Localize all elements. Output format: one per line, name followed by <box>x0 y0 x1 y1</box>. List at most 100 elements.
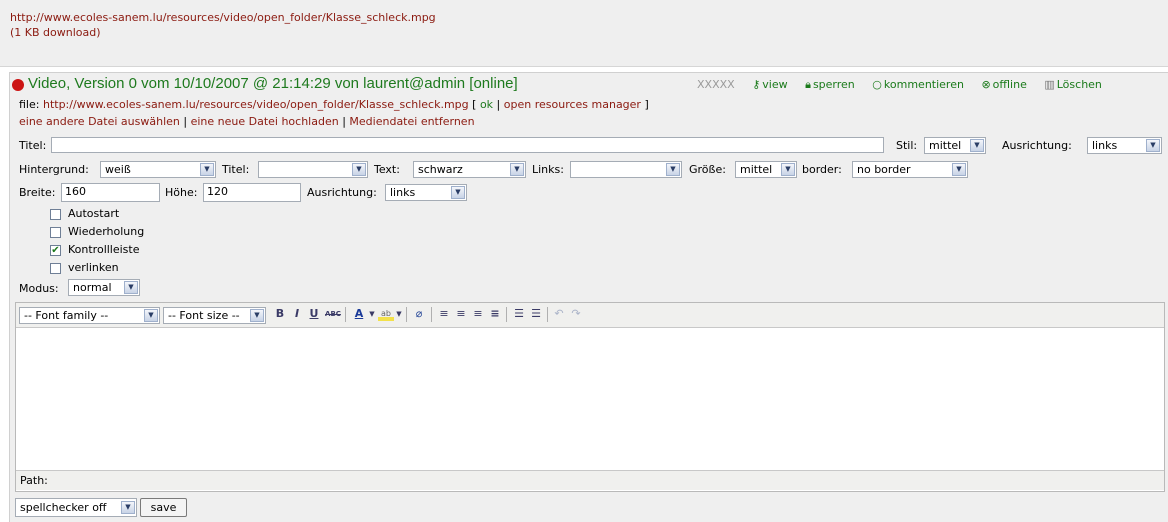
chevron-down-icon[interactable]: ▼ <box>395 307 403 321</box>
kontrollleiste-label: Kontrollleiste <box>68 243 140 256</box>
hoehe-label: Höhe: <box>165 186 198 199</box>
chevron-down-icon: ▼ <box>352 163 366 176</box>
align-right-icon[interactable]: ≡ <box>471 307 485 321</box>
breite-label: Breite: <box>19 186 56 199</box>
modus-value: normal <box>73 281 112 294</box>
placeholder-x: XXXXX <box>697 78 735 91</box>
font-family-select[interactable]: -- Font family -- ▼ <box>19 307 160 324</box>
ausrichtung2-select[interactable]: links ▼ <box>385 184 467 201</box>
undo-icon[interactable]: ↶ <box>552 307 566 321</box>
titel-color-label: Titel: <box>222 163 250 176</box>
status-dot-icon <box>12 79 24 91</box>
toolbar-divider <box>547 307 548 322</box>
delete-link[interactable]: ▥ Löschen <box>1044 78 1102 92</box>
ausrichtung2-label: Ausrichtung: <box>307 186 377 199</box>
download-size: (1 KB download) <box>10 26 101 39</box>
chevron-down-icon: ▼ <box>781 163 795 176</box>
ok-link[interactable]: ok <box>480 98 493 111</box>
stil-select[interactable]: mittel ▼ <box>924 137 986 154</box>
redo-icon[interactable]: ↷ <box>569 307 583 321</box>
align-left-icon[interactable]: ≡ <box>437 307 451 321</box>
header-actions: XXXXX ⚷ view 🔒︎ sperren ○ kommentieren ⊗ off… <box>697 78 1102 92</box>
view-link[interactable]: ⚷ view <box>752 78 787 92</box>
pipe-separator: | <box>342 115 346 128</box>
align-justify-icon[interactable]: ≡ <box>488 307 502 321</box>
download-panel: http://www.ecoles-sanem.lu/resources/vid… <box>0 0 1168 67</box>
chevron-down-icon: ▼ <box>952 163 966 176</box>
autostart-checkbox[interactable] <box>50 209 61 220</box>
hintergrund-select[interactable]: weiß ▼ <box>100 161 216 178</box>
hintergrund-value: weiß <box>105 163 131 176</box>
chevron-down-icon: ▼ <box>121 501 135 514</box>
links-label: Links: <box>532 163 564 176</box>
file-label: file: <box>19 98 40 111</box>
groesse-value: mittel <box>740 163 773 176</box>
font-size-select[interactable]: -- Font size -- ▼ <box>163 307 266 324</box>
wiederholung-checkbox[interactable] <box>50 227 61 238</box>
border-value: no border <box>857 163 911 176</box>
save-button[interactable]: save <box>140 498 187 517</box>
bracket-open: [ <box>472 98 477 111</box>
version-title: Video, Version 0 vom 10/10/2007 @ 21:14:… <box>28 75 518 92</box>
chevron-down-icon: ▼ <box>970 139 984 152</box>
offline-label: offline <box>992 78 1027 91</box>
ausrichtung-label: Ausrichtung: <box>1002 139 1072 152</box>
pipe-separator: | <box>496 98 501 111</box>
text-color-button[interactable]: A <box>351 307 367 321</box>
italic-button[interactable]: I <box>291 307 303 321</box>
chevron-down-icon: ▼ <box>666 163 680 176</box>
bold-button[interactable]: B <box>274 307 286 321</box>
choose-other-file-link[interactable]: eine andere Datei auswählen <box>19 115 180 128</box>
font-family-value: -- Font family -- <box>24 309 109 322</box>
comment-link[interactable]: ○ kommentieren <box>872 78 964 92</box>
ausrichtung-select[interactable]: links ▼ <box>1087 137 1162 154</box>
text-color-select[interactable]: schwarz ▼ <box>413 161 526 178</box>
eraser-icon[interactable]: ⌀ <box>411 307 427 321</box>
upload-new-file-link[interactable]: eine neue Datei hochladen <box>191 115 339 128</box>
titel-color-select[interactable]: ▼ <box>258 161 368 178</box>
verlinken-checkbox[interactable] <box>50 263 61 274</box>
titel-input[interactable] <box>51 137 884 153</box>
file-actions-line: eine andere Datei auswählen | eine neue … <box>19 115 475 129</box>
view-label: view <box>762 78 788 91</box>
delete-label: Löschen <box>1056 78 1102 91</box>
pipe-separator: | <box>183 115 188 128</box>
chevron-down-icon: ▼ <box>124 281 138 294</box>
resources-manager-link[interactable]: open resources manager <box>504 98 641 111</box>
file-url-link[interactable]: http://www.ecoles-sanem.lu/resources/vid… <box>43 98 469 111</box>
border-select[interactable]: no border ▼ <box>852 161 968 178</box>
links-color-select[interactable]: ▼ <box>570 161 682 178</box>
background-color-button[interactable]: ab <box>378 307 394 321</box>
remove-media-link[interactable]: Mediendatei entfernen <box>349 115 474 128</box>
verlinken-label: verlinken <box>68 261 119 274</box>
font-size-value: -- Font size -- <box>168 309 240 322</box>
kontrollleiste-checkbox[interactable]: ✔ <box>50 245 61 256</box>
download-url-link[interactable]: http://www.ecoles-sanem.lu/resources/vid… <box>10 11 436 24</box>
offline-link[interactable]: ⊗ offline <box>981 78 1026 92</box>
lock-link[interactable]: 🔒︎ sperren <box>805 78 855 92</box>
underline-button[interactable]: U <box>308 307 320 321</box>
chevron-down-icon[interactable]: ▼ <box>368 307 376 321</box>
toolbar-divider <box>406 307 407 322</box>
bullet-list-icon[interactable]: ☰ <box>512 307 526 321</box>
align-center-icon[interactable]: ≡ <box>454 307 468 321</box>
hintergrund-label: Hintergrund: <box>19 163 89 176</box>
text-label: Text: <box>374 163 400 176</box>
chevron-down-icon: ▼ <box>200 163 214 176</box>
spellchecker-select[interactable]: spellchecker off ▼ <box>15 498 137 517</box>
editor-content-area[interactable] <box>16 328 1164 470</box>
offline-icon: ⊗ <box>981 78 991 91</box>
modus-select[interactable]: normal ▼ <box>68 279 140 296</box>
hoehe-input[interactable]: 120 <box>203 183 301 202</box>
breite-input[interactable]: 160 <box>61 183 160 202</box>
groesse-select[interactable]: mittel ▼ <box>735 161 797 178</box>
comment-icon: ○ <box>872 78 882 91</box>
toolbar-divider <box>345 307 346 322</box>
chevron-down-icon: ▼ <box>451 186 465 199</box>
file-line: file: http://www.ecoles-sanem.lu/resourc… <box>19 98 649 112</box>
editor-path-bar: Path: <box>16 470 1164 490</box>
toolbar-divider <box>506 307 507 322</box>
strikethrough-button[interactable]: ABC <box>324 307 342 321</box>
modus-label: Modus: <box>19 282 59 295</box>
numbered-list-icon[interactable]: ☰ <box>529 307 543 321</box>
